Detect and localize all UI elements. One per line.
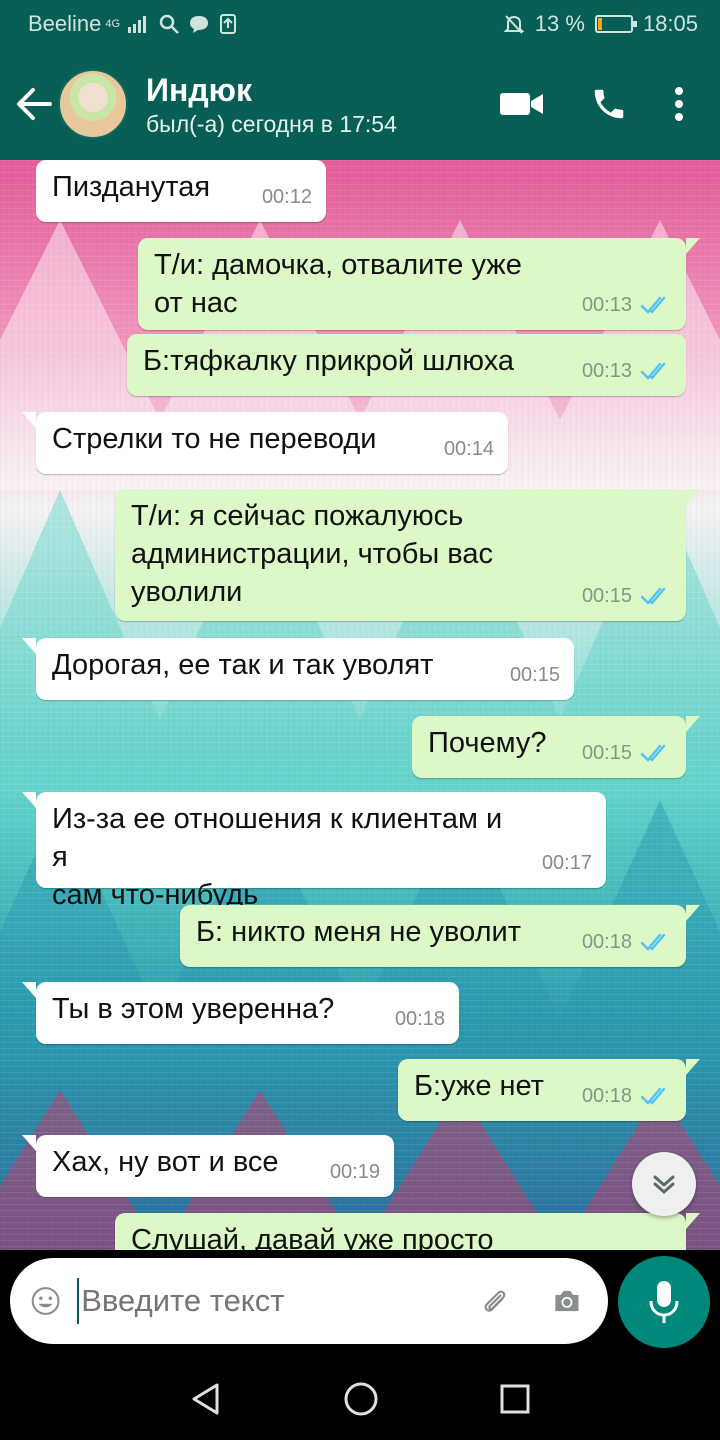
message-time: 00:13 bbox=[581, 294, 632, 316]
signal-icon bbox=[128, 16, 147, 33]
avatar[interactable] bbox=[58, 69, 128, 139]
message-meta: 00:15 bbox=[582, 577, 672, 615]
status-right: 13 % 18:05 bbox=[503, 11, 698, 37]
contact-name: Индюк bbox=[146, 71, 252, 108]
outgoing-message[interactable]: Б:уже нет 00:18 bbox=[398, 1059, 700, 1121]
message-text: Хах, ну вот и все bbox=[52, 1146, 279, 1178]
phone-icon[interactable] bbox=[590, 85, 628, 123]
message-meta: 00:18 bbox=[395, 1000, 445, 1038]
message-meta: 00:18 bbox=[582, 1077, 672, 1115]
message-text: Дорогая, ее так и так уволят bbox=[52, 649, 434, 681]
chat-area[interactable]: Пизданутая 00:12 Т/и: дамочка, отвалите уж… bbox=[0, 160, 720, 1250]
network-type: 4G bbox=[105, 18, 121, 30]
message-meta: 00:15 bbox=[510, 656, 560, 694]
read-receipt-icon bbox=[640, 1087, 666, 1105]
outgoing-message[interactable]: Б:тяфкалку прикрой шлюха 00:13 bbox=[127, 334, 686, 396]
voice-message-button[interactable] bbox=[618, 1256, 710, 1348]
compose-field[interactable] bbox=[10, 1258, 608, 1344]
message-text: Из-за ее отношения к клиентам и я сам чт… bbox=[52, 803, 503, 911]
message-time: 00:13 bbox=[581, 360, 632, 382]
battery-icon bbox=[594, 15, 637, 33]
read-receipt-icon bbox=[640, 296, 666, 314]
clock: 18:05 bbox=[642, 11, 698, 36]
message-text: Стрелки то не переводи bbox=[52, 423, 377, 455]
outgoing-message[interactable]: Слушай, давай уже просто уйдём bbox=[115, 1213, 700, 1250]
message-text: Т/и: я сейчас пожалуюсь администрации, ч… bbox=[131, 500, 493, 608]
nav-back-icon[interactable] bbox=[189, 1382, 223, 1416]
message-text: Т/и: дамочка, отвалите уже от нас bbox=[154, 249, 530, 319]
message-meta: 00:13 bbox=[582, 352, 672, 390]
outgoing-message[interactable]: Т/и: дамочка, отвалите уже от нас 00:13 bbox=[138, 238, 700, 330]
mute-bell-icon bbox=[503, 15, 525, 34]
message-text: Б:уже нет bbox=[414, 1070, 544, 1102]
header-actions bbox=[500, 85, 684, 123]
back-button[interactable] bbox=[4, 87, 64, 121]
outgoing-message[interactable]: Т/и: я сейчас пожалуюсь администрации, ч… bbox=[115, 489, 700, 621]
outgoing-message[interactable]: Почему? 00:15 bbox=[412, 716, 700, 778]
text-caret bbox=[77, 1278, 80, 1324]
status-bar: Beeline 4G 13 % 18:05 bbox=[0, 0, 720, 48]
video-call-icon[interactable] bbox=[500, 90, 544, 118]
compose-bar bbox=[0, 1250, 720, 1358]
message-text: Б:тяфкалку прикрой шлюха bbox=[143, 345, 515, 377]
message-text: Ты в этом уверенна? bbox=[52, 993, 335, 1025]
search-icon bbox=[159, 14, 179, 34]
message-time: 00:14 bbox=[443, 438, 494, 460]
emoji-icon[interactable] bbox=[30, 1278, 61, 1324]
nav-home-icon[interactable] bbox=[342, 1380, 380, 1418]
status-left: Beeline 4G bbox=[28, 11, 238, 37]
message-meta: 00:18 bbox=[582, 923, 672, 961]
incoming-message[interactable]: Пизданутая 00:12 bbox=[36, 160, 326, 222]
camera-icon[interactable] bbox=[552, 1279, 582, 1323]
upload-icon bbox=[220, 14, 237, 34]
system-nav-bar bbox=[0, 1358, 720, 1440]
message-list[interactable]: Пизданутая 00:12 Т/и: дамочка, отвалите уж… bbox=[0, 160, 720, 1250]
contact-last-seen: был(-а) сегодня в 17:54 bbox=[146, 110, 397, 137]
read-receipt-icon bbox=[640, 933, 666, 951]
message-meta: 00:14 bbox=[444, 430, 494, 468]
incoming-message[interactable]: Из-за ее отношения к клиентам и я сам чт… bbox=[22, 792, 606, 911]
incoming-message[interactable]: Дорогая, ее так и так уволят 00:15 bbox=[22, 638, 574, 700]
message-time: 00:18 bbox=[394, 1008, 445, 1030]
message-time: 00:15 bbox=[581, 742, 632, 764]
read-receipt-icon bbox=[640, 744, 666, 762]
message-meta: 00:15 bbox=[582, 734, 672, 772]
message-input[interactable] bbox=[81, 1283, 481, 1319]
message-meta: 00:17 bbox=[542, 844, 592, 882]
message-time: 00:15 bbox=[581, 585, 632, 607]
message-text: Почему? bbox=[428, 727, 547, 759]
contact-info[interactable]: Индюк был(-а) сегодня в 17:54 bbox=[146, 71, 397, 138]
message-meta: 00:13 bbox=[582, 286, 672, 324]
message-time: 00:18 bbox=[581, 931, 632, 953]
paperclip-icon[interactable] bbox=[480, 1279, 510, 1323]
outgoing-message[interactable]: Б: никто меня не уволит 00:18 bbox=[180, 905, 700, 967]
message-text: Б: никто меня не уволит bbox=[196, 916, 522, 948]
chat-header: Индюк был(-а) сегодня в 17:54 bbox=[0, 48, 720, 160]
battery-percent: 13 % bbox=[534, 11, 585, 36]
carrier-name: Beeline bbox=[28, 11, 102, 36]
more-options-icon[interactable] bbox=[674, 86, 684, 122]
battery-fill bbox=[597, 18, 603, 30]
incoming-message[interactable]: Ты в этом уверенна? 00:18 bbox=[22, 982, 459, 1044]
message-time: 00:19 bbox=[329, 1161, 380, 1183]
message-text: Пизданутая bbox=[52, 171, 211, 203]
chat-bubble-icon bbox=[190, 16, 209, 33]
message-time: 00:12 bbox=[261, 186, 312, 208]
message-text: Слушай, давай уже просто уйдём bbox=[131, 1224, 494, 1250]
back-arrow-icon bbox=[17, 88, 52, 120]
message-time: 00:18 bbox=[581, 1085, 632, 1107]
microphone-icon bbox=[649, 1281, 679, 1323]
message-time: 00:17 bbox=[541, 852, 592, 874]
incoming-message[interactable]: Стрелки то не переводи 00:14 bbox=[22, 412, 508, 474]
message-meta: 00:19 bbox=[330, 1153, 380, 1191]
read-receipt-icon bbox=[640, 587, 666, 605]
nav-recents-icon[interactable] bbox=[499, 1383, 531, 1415]
double-chevron-down-icon bbox=[653, 1175, 675, 1194]
incoming-message[interactable]: Хах, ну вот и все 00:19 bbox=[22, 1135, 394, 1197]
message-time: 00:15 bbox=[509, 664, 560, 686]
scroll-to-bottom-button[interactable] bbox=[632, 1152, 696, 1216]
read-receipt-icon bbox=[640, 362, 666, 380]
message-meta: 00:12 bbox=[262, 178, 312, 216]
